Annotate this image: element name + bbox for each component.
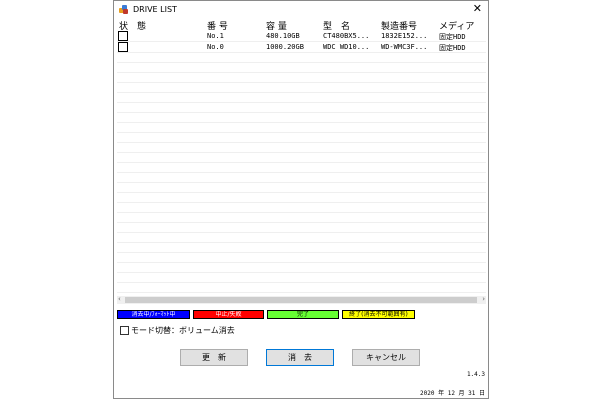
cancel-button[interactable]: キャンセル (352, 349, 420, 366)
drive-list[interactable]: 状 態 番 号 容 量 型 名 製造番号 メディア No.1 480.10GB … (117, 18, 486, 300)
empty-row (117, 153, 486, 163)
table-row[interactable]: No.0 1000.20GB WDC WD10... WD-WMC3F... 固… (117, 42, 486, 53)
empty-row (117, 223, 486, 233)
empty-row (117, 133, 486, 143)
empty-rows (117, 53, 486, 293)
mode-switch-checkbox[interactable] (120, 326, 129, 335)
row-checkbox[interactable] (118, 42, 128, 52)
window-title: DRIVE LIST (133, 5, 177, 14)
drive-capacity: 480.10GB (266, 32, 300, 40)
scroll-right-icon[interactable]: › (482, 295, 485, 303)
empty-row (117, 253, 486, 263)
empty-row (117, 273, 486, 283)
title-bar: DRIVE LIST ✕ (114, 1, 488, 18)
drive-model: CT480BX5... (323, 32, 370, 40)
empty-row (117, 173, 486, 183)
empty-row (117, 193, 486, 203)
app-icon (119, 5, 128, 14)
legend-aborted: 中止/失敗 (193, 310, 264, 319)
horizontal-scrollbar[interactable]: ‹ › (117, 295, 486, 304)
legend-erasing: 消去中/ﾌｫｰﾏｯﾄ中 (117, 310, 190, 319)
empty-row (117, 263, 486, 273)
scroll-left-icon[interactable]: ‹ (118, 295, 121, 303)
drive-number: No.0 (207, 43, 224, 51)
empty-row (117, 73, 486, 83)
empty-row (117, 163, 486, 173)
empty-row (117, 53, 486, 63)
empty-row (117, 113, 486, 123)
empty-row (117, 203, 486, 213)
row-checkbox[interactable] (118, 31, 128, 41)
empty-row (117, 213, 486, 223)
empty-row (117, 143, 486, 153)
empty-row (117, 63, 486, 73)
scrollbar-thumb[interactable] (125, 297, 477, 303)
drive-media: 固定HDD (439, 33, 466, 41)
empty-row (117, 83, 486, 93)
erase-button[interactable]: 消 去 (266, 349, 334, 366)
empty-row (117, 93, 486, 103)
empty-row (117, 243, 486, 253)
mode-switch[interactable]: モード切替：ボリューム消去 (120, 325, 235, 336)
empty-row (117, 103, 486, 113)
drive-serial: 1832E152... (381, 32, 428, 40)
empty-row (117, 283, 486, 293)
drive-number: No.1 (207, 32, 224, 40)
drive-model: WDC WD10... (323, 43, 370, 51)
version-label: 1.4.3 (466, 371, 485, 378)
mode-switch-label: モード切替：ボリューム消去 (131, 326, 235, 335)
empty-row (117, 123, 486, 133)
drive-serial: WD-WMC3F... (381, 43, 428, 51)
drive-capacity: 1000.20GB (266, 43, 304, 51)
legend-finished-partial: 終了(消去不可範囲有) (342, 310, 415, 319)
date-label: 2020 年 12 月 31 日 (420, 390, 485, 397)
list-header: 状 態 番 号 容 量 型 名 製造番号 メディア (117, 18, 486, 32)
drive-list-window: DRIVE LIST ✕ 状 態 番 号 容 量 型 名 製造番号 メディア N… (113, 0, 489, 399)
legend-complete: 完了 (267, 310, 339, 319)
empty-row (117, 183, 486, 193)
refresh-button[interactable]: 更 新 (180, 349, 248, 366)
empty-row (117, 233, 486, 243)
drive-media: 固定HDD (439, 44, 466, 52)
close-icon[interactable]: ✕ (473, 3, 482, 15)
table-row[interactable]: No.1 480.10GB CT480BX5... 1832E152... 固定… (117, 31, 486, 42)
